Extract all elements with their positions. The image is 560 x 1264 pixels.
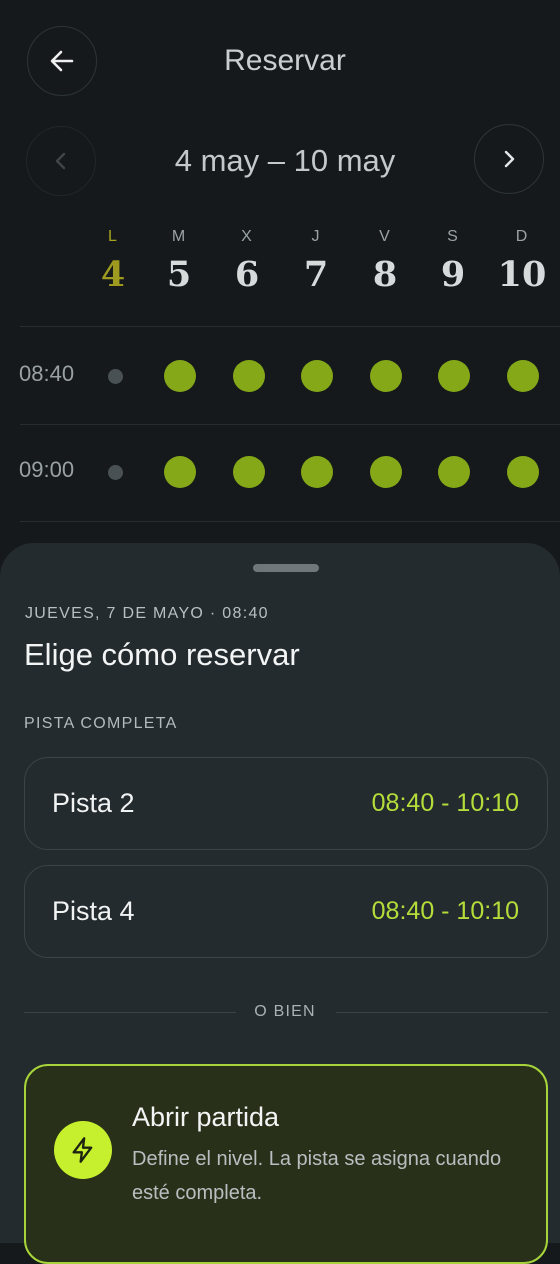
day-abbr: X [241,228,253,245]
available-slot[interactable] [438,360,470,392]
available-slot[interactable] [507,360,539,392]
or-divider-right [336,1012,548,1013]
day-column-monday[interactable]: L 4 [83,228,143,295]
selected-date: JUEVES, 7 DE MAYO · 08:40 [25,605,269,622]
day-number: 5 [166,254,192,295]
day-abbr: L [108,228,118,245]
available-slot[interactable] [301,456,333,488]
open-match-title: Abrir partida [132,1102,280,1132]
divider [20,521,560,522]
available-slot[interactable] [370,456,402,488]
sheet-heading: Elige cómo reservar [24,637,300,672]
chevron-right-icon [504,150,515,168]
sheet-handle[interactable] [253,564,319,572]
day-number: 4 [100,254,126,295]
day-number: 9 [440,254,466,295]
court-hours: 08:40 - 10:10 [371,789,519,817]
available-slot[interactable] [507,456,539,488]
available-slot[interactable] [438,456,470,488]
day-number: 6 [234,254,260,295]
day-column-saturday[interactable]: S 9 [423,228,483,295]
day-number: 8 [372,254,398,295]
open-match-card[interactable]: Abrir partida Define el nivel. La pista … [24,1064,548,1264]
day-abbr: M [171,228,187,245]
day-column-thursday[interactable]: J 7 [286,228,346,295]
court-hours: 08:40 - 10:10 [371,897,519,925]
available-slot[interactable] [233,456,265,488]
court-option[interactable]: Pista 2 08:40 - 10:10 [24,757,548,850]
slot-time: 08:40 [19,361,75,386]
page-title: Reservar [224,44,346,77]
divider [20,326,560,327]
time-row: 08:40 [0,347,560,407]
court-name: Pista 4 [52,896,135,926]
available-slot[interactable] [164,456,196,488]
divider [20,424,560,425]
day-abbr: S [447,228,459,245]
available-slot[interactable] [301,360,333,392]
week-days: L 4 M 5 X 6 J 7 V 8 S 9 D 10 [0,228,560,298]
time-row: 09:00 [0,443,560,503]
unavailable-slot [108,369,123,384]
available-slot[interactable] [233,360,265,392]
day-column-wednesday[interactable]: X 6 [217,228,277,295]
day-abbr: D [515,228,529,245]
lightning-icon [54,1121,112,1179]
day-number: 7 [303,254,329,295]
day-abbr: V [379,228,391,245]
day-column-tuesday[interactable]: M 5 [149,228,209,295]
available-slot[interactable] [370,360,402,392]
available-slot[interactable] [164,360,196,392]
section-label: PISTA COMPLETA [24,715,178,732]
court-option[interactable]: Pista 4 08:40 - 10:10 [24,865,548,958]
booking-sheet: JUEVES, 7 DE MAYO · 08:40 Elige cómo res… [0,543,560,1264]
day-column-friday[interactable]: V 8 [355,228,415,295]
open-match-description: Define el nivel. La pista se asigna cuan… [132,1148,502,1204]
day-column-sunday[interactable]: D 10 [492,228,552,295]
next-week-button[interactable] [474,124,544,194]
unavailable-slot [108,465,123,480]
day-abbr: J [311,228,321,245]
day-number: 10 [497,254,547,295]
slot-time: 09:00 [19,457,75,482]
court-name: Pista 2 [52,788,135,818]
